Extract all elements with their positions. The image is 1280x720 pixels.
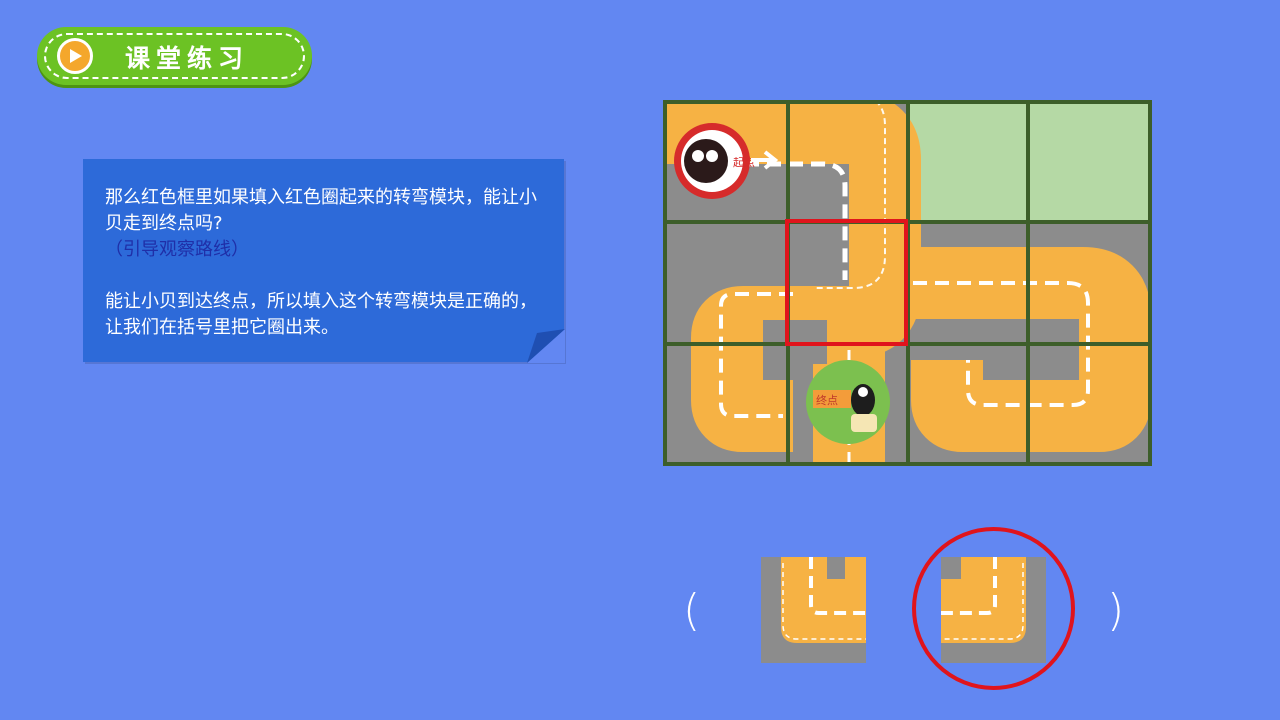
question-card: 那么红色框里如果填入红色圈起来的转弯模块，能让小贝走到终点吗? （引导观察路线）… xyxy=(83,159,565,363)
grass-tile xyxy=(908,104,1028,222)
page-fold-icon xyxy=(527,329,565,363)
hint-text: （引导观察路线） xyxy=(105,239,249,260)
left-turn-tile[interactable] xyxy=(761,557,866,663)
grass-tile xyxy=(1028,104,1148,222)
start-badge-label: 起点 xyxy=(733,156,755,169)
end-badge-label: 终点 xyxy=(816,393,838,407)
open-paren: ( xyxy=(683,585,701,636)
answer-selection-circle xyxy=(912,527,1075,690)
play-icon[interactable] xyxy=(57,38,93,74)
close-paren: ) xyxy=(1107,585,1125,636)
header-title: 课堂练习 xyxy=(125,44,250,73)
section-header: 课堂练习 xyxy=(37,27,312,85)
end-badge: 终点 xyxy=(806,360,890,444)
puzzle-board: 起点 终点 xyxy=(663,100,1152,466)
question-text: 那么红色框里如果填入红色圈起来的转弯模块，能让小贝走到终点吗? xyxy=(105,187,537,234)
answer-text: 能让小贝到达终点，所以填入这个转弯模块是正确的，让我们在括号里把它圈出来。 xyxy=(105,291,537,338)
